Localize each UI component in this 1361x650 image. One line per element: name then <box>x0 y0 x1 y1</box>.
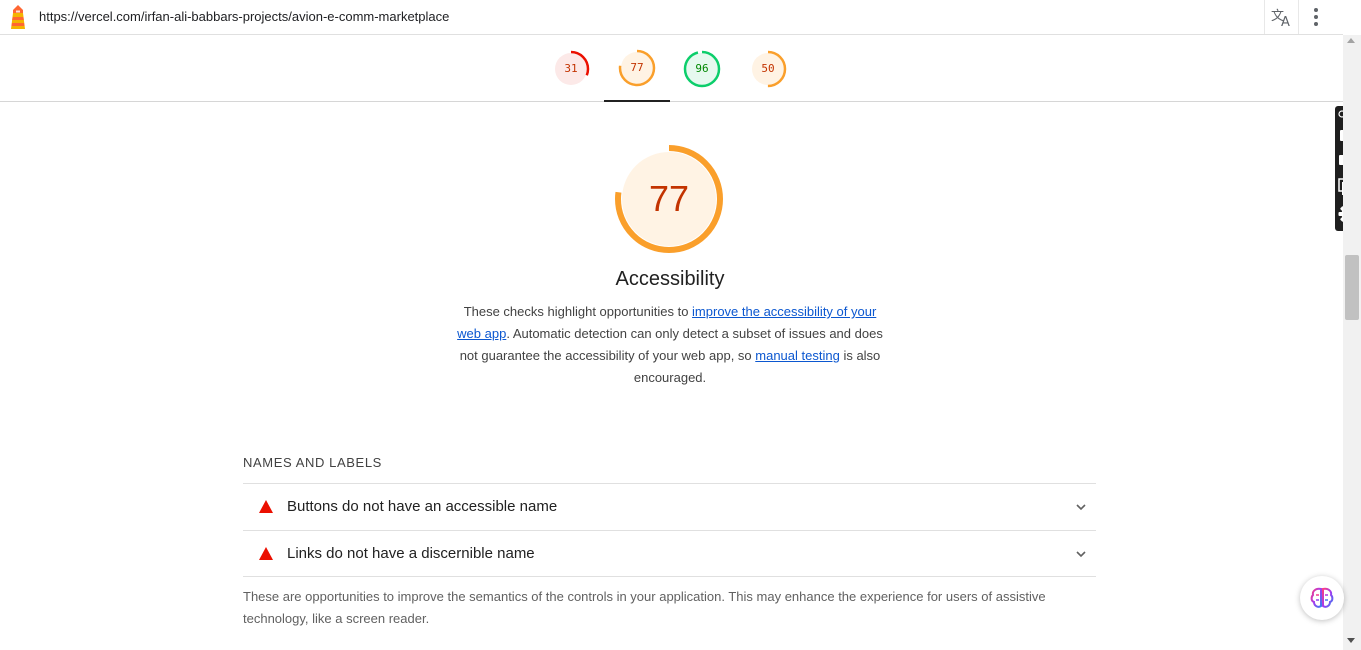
group-title: NAMES AND LABELS <box>243 455 382 470</box>
brain-icon <box>1310 587 1334 608</box>
translate-button[interactable]: 文 A <box>1264 0 1299 34</box>
manual-testing-link[interactable]: manual testing <box>755 348 840 363</box>
tab-best-practices[interactable]: 96 <box>669 35 735 102</box>
audit-title: Links do not have a discernible name <box>287 545 535 562</box>
vertical-scrollbar[interactable] <box>1343 35 1361 650</box>
score-value: 77 <box>630 61 644 74</box>
audit-row[interactable]: Links do not have a discernible name <box>243 530 1096 577</box>
kebab-menu-icon[interactable] <box>1306 6 1326 28</box>
desc-text: These checks highlight opportunities to <box>463 304 693 319</box>
red-triangle-icon <box>259 547 273 560</box>
category-description: These checks highlight opportunities to … <box>450 301 890 389</box>
url-bar: https://vercel.com/irfan-ali-babbars-pro… <box>0 0 1343 35</box>
url-text: https://vercel.com/irfan-ali-babbars-pro… <box>39 9 450 24</box>
scroll-down-arrow-icon[interactable] <box>1347 638 1355 643</box>
score-value: 31 <box>564 62 578 75</box>
lighthouse-icon <box>11 5 25 29</box>
group-description: These are opportunities to improve the s… <box>243 589 1046 626</box>
chevron-down-icon[interactable] <box>1074 500 1088 514</box>
category-title: Accessibility <box>615 268 725 290</box>
score-gauge: 77 <box>618 49 656 87</box>
scroll-up-arrow-icon[interactable] <box>1347 38 1355 43</box>
score-gauge: 50 <box>749 50 787 88</box>
scroll-thumb[interactable] <box>1345 255 1359 320</box>
audit-row[interactable]: Buttons do not have an accessible name <box>243 483 1096 530</box>
score-gauge: 31 <box>552 50 590 88</box>
red-triangle-icon <box>259 500 273 513</box>
tab-seo[interactable]: 50 <box>735 35 801 102</box>
category-score: 77 <box>648 178 690 219</box>
category-score-gauge: 77 <box>612 142 726 256</box>
assistant-button[interactable] <box>1300 576 1344 620</box>
audit-title: Buttons do not have an accessible name <box>287 498 558 515</box>
svg-text:A: A <box>1281 15 1290 27</box>
tab-accessibility[interactable]: 77 <box>604 35 670 102</box>
score-value: 50 <box>761 62 775 75</box>
score-gauge: 96 <box>683 50 721 88</box>
tab-performance[interactable]: 31 <box>538 35 604 102</box>
category-tabs: 31 77 96 50 <box>0 35 1343 102</box>
chevron-down-icon[interactable] <box>1074 547 1088 561</box>
divider <box>243 576 1096 577</box>
translate-icon: 文 A <box>1271 9 1290 27</box>
score-value: 96 <box>695 62 709 75</box>
